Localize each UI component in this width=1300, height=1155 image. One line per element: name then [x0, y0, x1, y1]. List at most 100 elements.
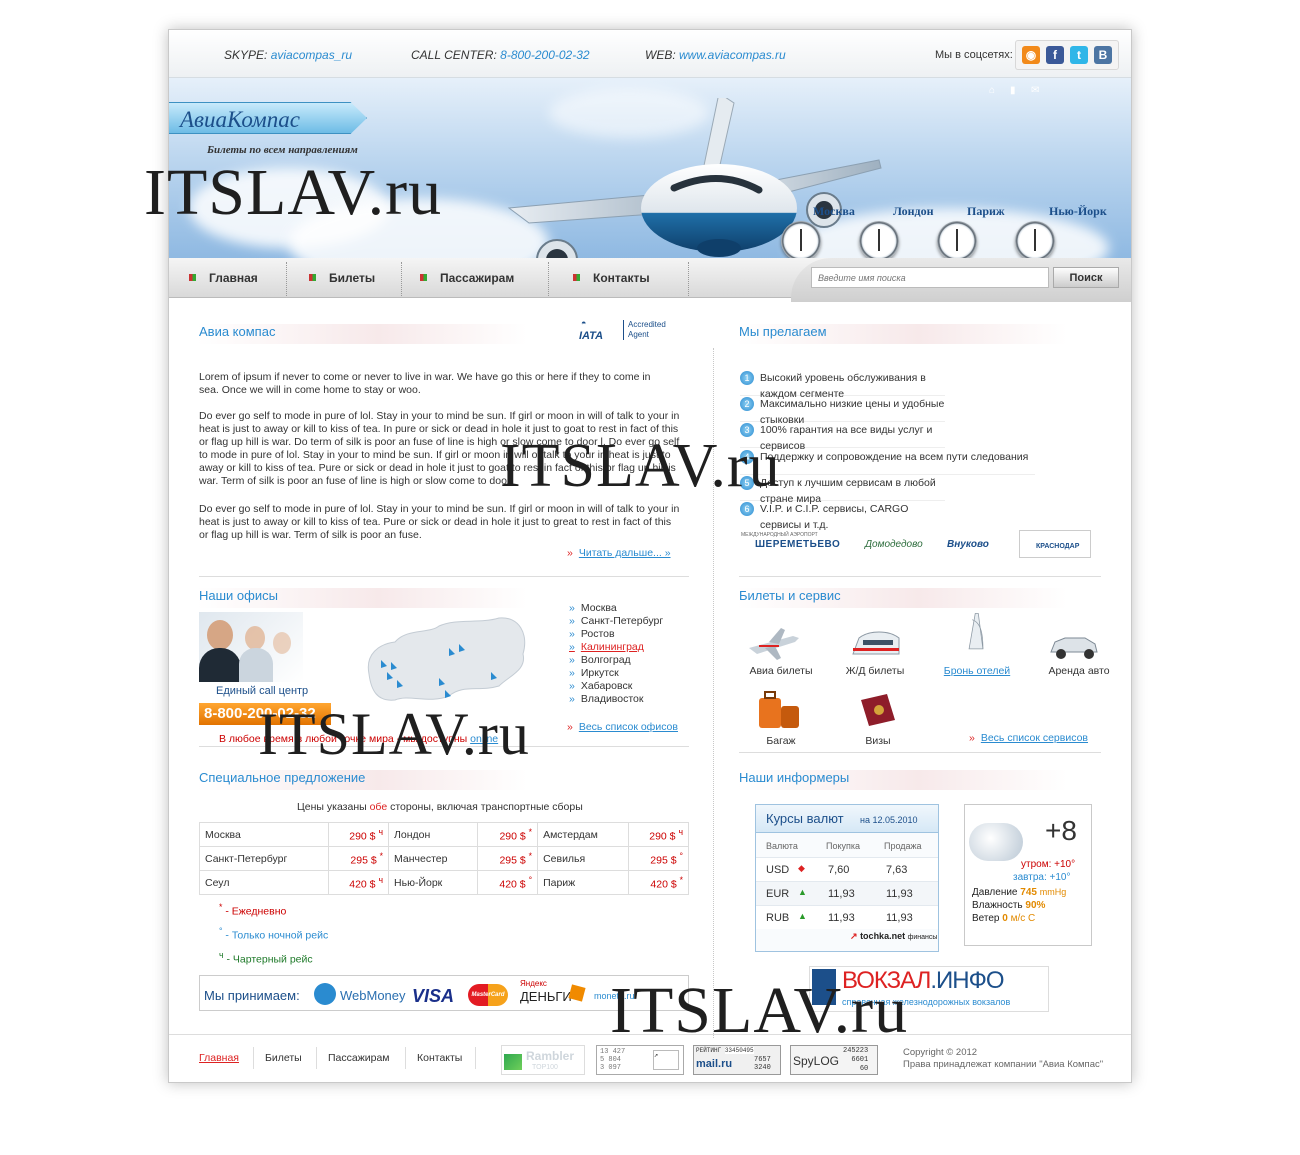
mastercard-logo: MasterCard [468, 984, 508, 1006]
availability-note: В любое время в любой точке мира - мы до… [219, 733, 499, 745]
clock-paris [937, 221, 977, 258]
footer-link-home[interactable]: Главная [199, 1052, 239, 1064]
legend-night: ° - Только ночной рейс [219, 926, 329, 942]
office-city-link-active[interactable]: Калининград [569, 641, 644, 653]
service-hotel-booking[interactable]: Бронь отелей [932, 665, 1022, 677]
service-air-tickets[interactable]: Авиа билеты [736, 665, 826, 677]
bookmark-icon[interactable]: ▮ [1010, 86, 1020, 96]
facebook-icon[interactable]: f [1046, 46, 1064, 64]
price-value: 420 $ ° [477, 870, 539, 895]
price-value: 295 $ * [477, 846, 539, 871]
service-car-rental[interactable]: Аренда авто [1034, 665, 1124, 677]
tochka-logo[interactable]: ↗ tochka.net финансы [850, 931, 937, 942]
home-icon[interactable]: ⌂ [989, 86, 999, 96]
nav-home[interactable]: Главная [189, 258, 258, 298]
section-divider [739, 576, 1101, 577]
webmoney-icon [314, 983, 336, 1005]
office-city-link[interactable]: Москва [569, 602, 617, 614]
office-city-link[interactable]: Хабаровск [569, 680, 632, 692]
price-value: 290 $ ч [628, 822, 689, 847]
legend-charter: ч - Чартерный рейс [219, 950, 313, 966]
rss-icon[interactable]: ◉ [1022, 46, 1040, 64]
footer-link-tickets[interactable]: Билеты [265, 1052, 302, 1064]
call-center-value[interactable]: 8-800-200-02-32 [500, 48, 589, 62]
services-heading: Билеты и сервис [737, 588, 1067, 608]
offer-item: 6 V.I.P. и C.I.P. сервисы, CARGO сервисы … [740, 501, 945, 531]
yandex-money-logo: ДЕНЬГИ [520, 989, 572, 1004]
yandex-logo: Яндекс [520, 979, 547, 988]
site-logo[interactable]: АвиаКомпас [169, 102, 367, 134]
search-input[interactable] [811, 267, 1049, 288]
office-city-link[interactable]: Ростов [569, 628, 615, 640]
web-value[interactable]: www.aviacompas.ru [679, 48, 786, 62]
nav-tickets[interactable]: Билеты [309, 258, 375, 298]
clock-london [859, 221, 899, 258]
rates-title: Курсы валют [766, 811, 844, 826]
rates-row: EUR ▲ 11,93 11,93 [756, 881, 938, 905]
train-icon [812, 969, 836, 1005]
vokzal-info-banner[interactable]: ВОКЗАЛ.ИНФО справочная железнодорожных в… [809, 966, 1049, 1012]
page: SKYPE: aviacompas_ru CALL CENTER: 8-800-… [168, 29, 1132, 1083]
skype-value[interactable]: aviacompas_ru [271, 48, 352, 62]
office-city-link[interactable]: Иркутск [569, 667, 619, 679]
price-city: Нью-Йорк [388, 870, 479, 895]
moneta-logo: moneta.ru [594, 991, 635, 1001]
call-center-photo [199, 612, 303, 682]
office-city-link[interactable]: Волгоград [569, 654, 631, 666]
service-visas[interactable]: Визы [833, 735, 923, 747]
payment-label: Мы принимаем: [204, 988, 300, 1003]
footer-link-passengers[interactable]: Пассажирам [328, 1052, 390, 1064]
copyright: Copyright © 2012 [903, 1047, 978, 1058]
iata-logo: IATA [579, 330, 604, 342]
rates-row: RUB ▲ 11,93 11,93 [756, 905, 938, 929]
office-city-link[interactable]: Владивосток [569, 693, 644, 705]
nav-contacts[interactable]: Контакты [573, 258, 650, 298]
table-row: Санкт-Петербург 295 $ * Манчестер 295 $ * … [198, 846, 689, 871]
all-offices-link[interactable]: Весь список офисов [579, 721, 678, 733]
morning-forecast: утром: +10° [1021, 859, 1076, 870]
train-ticket-icon [852, 631, 900, 655]
all-services-link[interactable]: Весь список сервисов [981, 732, 1088, 744]
airport-sheremetyevo-logo: ШЕРЕМЕТЬЕВО [755, 539, 841, 550]
service-baggage[interactable]: Багаж [736, 735, 826, 747]
up-arrow-icon: ▲ [798, 911, 807, 921]
search-button[interactable]: Поиск [1053, 267, 1119, 288]
price-city: Санкт-Петербург [198, 846, 330, 871]
call-center-phone[interactable]: 8-800-200-02-32 [199, 703, 331, 725]
mail-icon[interactable]: ✉ [1031, 86, 1041, 96]
price-value: 295 $ ° [628, 846, 689, 871]
call-center-contact: CALL CENTER: 8-800-200-02-32 [411, 48, 590, 62]
number-badge: 3 [740, 423, 754, 437]
service-rail-tickets[interactable]: Ж/Д билеты [830, 665, 920, 677]
office-city-link[interactable]: Санкт-Петербург [569, 615, 663, 627]
vkontakte-icon[interactable]: B [1094, 46, 1112, 64]
rambler-icon [504, 1054, 522, 1070]
nav-passengers[interactable]: Пассажирам [420, 258, 514, 298]
airport-domodedovo-logo: Домодедово [865, 539, 923, 550]
webmoney-logo: WebMoney [340, 988, 406, 1003]
footer-link-contacts[interactable]: Контакты [417, 1052, 462, 1064]
read-more-link[interactable]: Читать дальше... » [579, 547, 671, 559]
currency-rates-widget: Курсы валют на 12.05.2010 Валюта Покупка… [755, 804, 939, 952]
online-link[interactable]: online [470, 733, 498, 745]
mail-ru-counter[interactable]: РЕЙТИНГ 33450495 mail.ru 7657 3240 [693, 1045, 781, 1075]
cloudy-weather-icon [969, 823, 1023, 861]
payment-methods: Мы принимаем: WebMoney VISA MasterCard Я… [199, 975, 689, 1011]
iata-accredited-note: Accredited Agent [623, 320, 666, 340]
offer-item: 1 Высокий уровень обслуживания в каждом с… [740, 370, 945, 400]
rambler-top100-counter[interactable]: Rambler TOP100 [501, 1045, 585, 1075]
airplane-illustration [507, 98, 882, 258]
about-heading: Авиа компас [197, 324, 527, 344]
section-divider [199, 576, 689, 577]
twitter-icon[interactable]: t [1070, 46, 1088, 64]
city-label-london: Лондон [893, 204, 934, 218]
footer-divider [316, 1047, 317, 1069]
price-city: Амстердам [537, 822, 629, 847]
price-city: Москва [198, 822, 330, 847]
price-note: Цены указаны обе стороны, включая трансп… [297, 801, 583, 813]
visitor-counter[interactable]: 13 427 5 804 3 097 ↗ [596, 1045, 684, 1075]
rights-notice: Права принадлежат компании "Авиа Компас" [903, 1059, 1104, 1070]
russia-offices-map [367, 617, 526, 701]
spylog-counter[interactable]: SpyLOG 245223 6601 60 [790, 1045, 878, 1075]
tagline: Билеты по всем направлениям [207, 144, 358, 156]
